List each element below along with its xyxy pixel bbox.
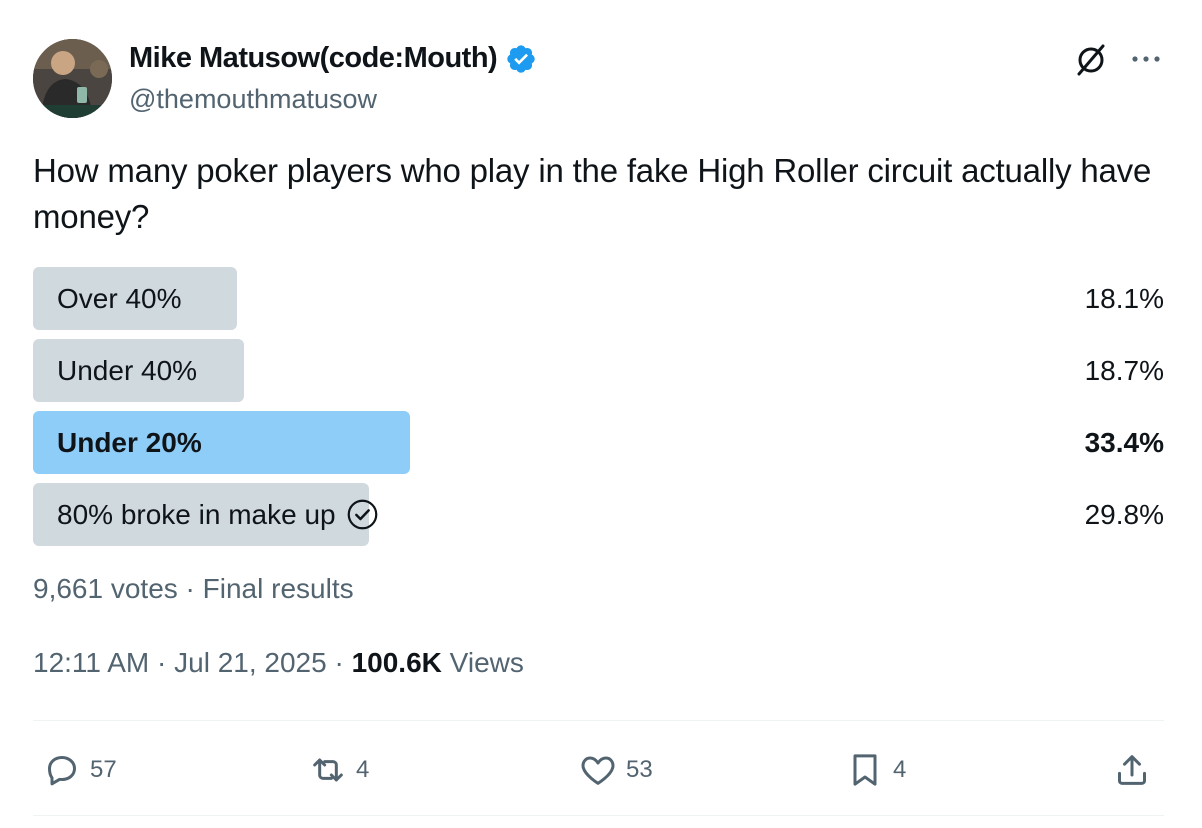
share-button[interactable]	[1112, 748, 1160, 792]
poll-option-winner: Under 20% 33.4%	[33, 411, 1164, 474]
poll-option-percent: 29.8%	[1084, 499, 1164, 530]
divider	[33, 720, 1164, 721]
bookmark-button[interactable]: 4	[845, 748, 906, 792]
poll-option-label: Under 40%	[57, 339, 197, 402]
poll-option-text: Under 20%	[57, 427, 202, 458]
checkmark-circle-icon	[347, 499, 377, 530]
poll-option-label: Under 20%	[57, 411, 202, 474]
poll-option-percent: 33.4%	[1084, 427, 1164, 458]
repost-count: 4	[356, 756, 370, 783]
poll-option-percent: 18.1%	[1084, 283, 1164, 314]
share-icon	[1118, 755, 1146, 785]
repost-icon	[313, 758, 343, 782]
author-name[interactable]: Mike Matusow(code:Mouth)	[129, 42, 498, 75]
grok-icon[interactable]	[1073, 42, 1109, 78]
poll-option-text: Over 40%	[57, 283, 182, 314]
bookmark-icon	[853, 754, 877, 786]
avatar[interactable]	[33, 39, 112, 118]
views-count: 100.6K	[351, 647, 442, 678]
tweet-time[interactable]: 12:11 AM	[33, 647, 149, 678]
poll-votes-summary: 9,661 votes · Final results	[33, 573, 354, 604]
more-icon[interactable]	[1129, 47, 1163, 71]
tweet-date[interactable]: Jul 21, 2025	[174, 647, 327, 678]
poll-option-text: 80% broke in make up	[57, 499, 336, 530]
poll-option: 80% broke in make up 29.8%	[33, 483, 1164, 546]
reply-count: 57	[90, 756, 117, 783]
divider	[33, 815, 1164, 816]
reply-icon	[48, 756, 76, 786]
like-icon	[581, 756, 615, 785]
verified-badge-icon	[507, 44, 535, 73]
poll-option-percent: 18.7%	[1084, 355, 1164, 386]
views-label: Views	[449, 647, 524, 678]
poll-option: Under 40% 18.7%	[33, 339, 1164, 402]
poll-option-label: 80% broke in make up	[57, 483, 379, 546]
bookmark-count: 4	[893, 756, 907, 783]
avatar-image	[33, 39, 112, 118]
poll-option-text: Under 40%	[57, 355, 198, 386]
repost-button[interactable]: 4	[308, 748, 369, 792]
author-name-row[interactable]: Mike Matusow(code:Mouth)	[129, 42, 537, 75]
author-handle[interactable]: @themouthmatusow	[129, 84, 377, 115]
tweet-meta: 12:11 AM · Jul 21, 2025 · 100.6K Views	[33, 647, 524, 679]
reply-button[interactable]: 57	[42, 748, 117, 792]
poll-option: Over 40% 18.1%	[33, 267, 1164, 330]
poll-option-label: Over 40%	[57, 267, 182, 330]
meta-separator: ·	[157, 647, 175, 678]
like-button[interactable]: 53	[578, 748, 653, 792]
meta-separator: ·	[334, 647, 352, 678]
like-count: 53	[626, 756, 653, 783]
tweet-text: How many poker players who play in the f…	[33, 152, 1152, 235]
